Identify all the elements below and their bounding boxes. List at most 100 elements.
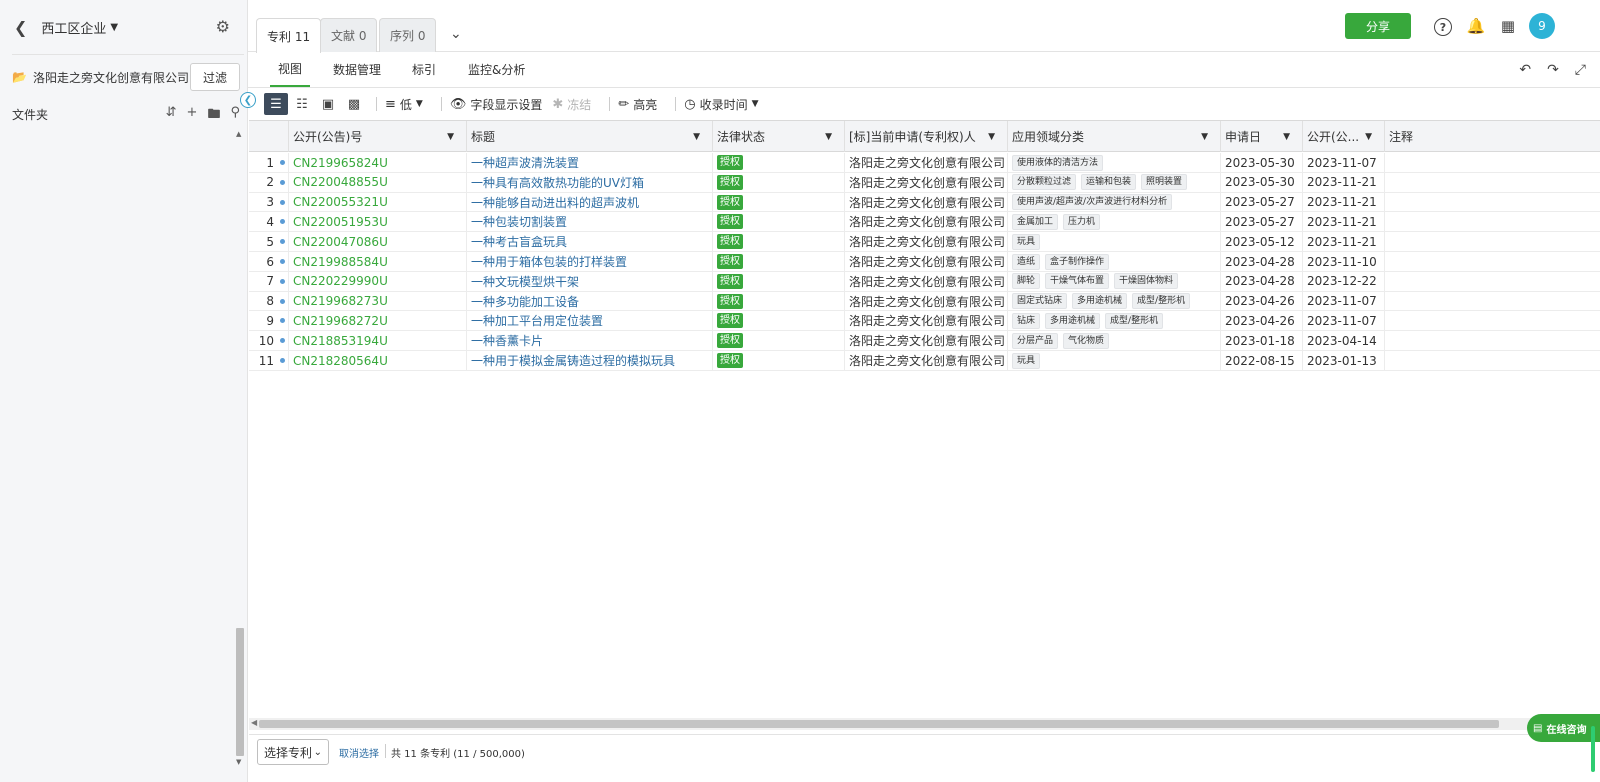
- caret-down-icon[interactable]: ▼: [110, 22, 118, 33]
- select-patents-dropdown[interactable]: 选择专利 ⌄: [257, 739, 329, 765]
- sort-icon[interactable]: ⇵: [166, 105, 177, 127]
- table-row[interactable]: 9 CN219968272U 一种加工平台用定位装置 授权 洛阳走之旁文化创意有限公司钻…: [249, 311, 1600, 332]
- redo-icon[interactable]: ↷: [1547, 62, 1559, 78]
- back-arrow-icon[interactable]: ❮: [14, 18, 27, 37]
- notes-cell[interactable]: [1385, 212, 1600, 231]
- pub-number-link[interactable]: CN219968272U: [289, 311, 467, 331]
- header-title[interactable]: 标题 ▼: [467, 121, 713, 152]
- notes-cell[interactable]: [1385, 173, 1600, 192]
- filter-button[interactable]: 过滤: [190, 63, 240, 91]
- cancel-selection-link[interactable]: 取消选择: [339, 745, 379, 760]
- scroll-down-icon[interactable]: ▼: [236, 758, 241, 766]
- tab-patents[interactable]: 专利 11: [256, 18, 322, 53]
- search-icon[interactable]: ⚲: [230, 105, 240, 127]
- new-folder-icon[interactable]: 🖿: [207, 105, 220, 127]
- bell-icon[interactable]: 🔔: [1466, 16, 1486, 36]
- notes-cell[interactable]: [1385, 153, 1600, 172]
- caret-down-icon[interactable]: ▼: [447, 132, 454, 142]
- patent-title-link[interactable]: 一种能够自动进出料的超声波机: [467, 192, 713, 212]
- table-row[interactable]: 5 CN220047086U 一种考古盲盒玩具 授权 洛阳走之旁文化创意有限公司 玩具 20…: [249, 232, 1600, 252]
- notes-cell[interactable]: [1385, 252, 1600, 271]
- caret-down-icon[interactable]: ▼: [693, 132, 700, 142]
- pub-number-link[interactable]: CN218853194U: [289, 331, 467, 351]
- pub-number-link[interactable]: CN219968273U: [289, 291, 467, 311]
- gear-icon[interactable]: ⚙: [216, 17, 230, 36]
- density-dropdown[interactable]: ≡ 低 ▼: [385, 96, 423, 113]
- row-index[interactable]: 8: [249, 291, 289, 311]
- subtab-data-management[interactable]: 数据管理: [333, 52, 381, 87]
- apps-grid-icon[interactable]: ▦: [1498, 16, 1518, 36]
- patent-title-link[interactable]: 一种超声波清洗装置: [467, 153, 713, 172]
- row-index[interactable]: 11: [249, 351, 289, 370]
- pub-number-link[interactable]: CN220047086U: [289, 232, 467, 252]
- collect-time-dropdown[interactable]: ◷ 收录时间 ▼: [684, 96, 758, 113]
- subtab-view[interactable]: 视图: [270, 52, 311, 87]
- workspace-selector[interactable]: 西工区企业: [41, 18, 106, 37]
- notes-cell[interactable]: [1385, 351, 1600, 370]
- table-row[interactable]: 8 CN219968273U 一种多功能加工设备 授权 洛阳走之旁文化创意有限公司 固定式…: [249, 291, 1600, 312]
- highlight-button[interactable]: ✏ 高亮: [618, 96, 657, 113]
- avatar[interactable]: 9: [1529, 13, 1555, 39]
- share-button[interactable]: 分享: [1345, 13, 1411, 39]
- pub-number-link[interactable]: CN218280564U: [289, 351, 467, 370]
- pub-number-link[interactable]: CN220048855U: [289, 172, 467, 192]
- subtab-monitor-analysis[interactable]: 监控&分析: [468, 52, 525, 87]
- field-display-settings-button[interactable]: 👁 字段显示设置: [450, 96, 543, 113]
- table-row[interactable]: 1 CN219965824U 一种超声波清洗装置 授权 洛阳走之旁文化创意有限公司 使用液…: [249, 153, 1600, 173]
- pub-number-link[interactable]: CN220229990U: [289, 271, 467, 291]
- undo-icon[interactable]: ↶: [1519, 62, 1531, 78]
- notes-cell[interactable]: [1385, 193, 1600, 212]
- notes-cell[interactable]: [1385, 292, 1600, 311]
- card-view-icon[interactable]: ▩: [342, 93, 366, 115]
- list-view-icon[interactable]: ☰: [264, 93, 288, 115]
- table-row[interactable]: 2 CN220048855U 一种具有高效散热功能的UV灯箱 授权 洛阳走之旁文化创意有…: [249, 172, 1600, 193]
- patent-title-link[interactable]: 一种文玩模型烘干架: [467, 271, 713, 291]
- notes-cell[interactable]: [1385, 232, 1600, 251]
- header-application-date[interactable]: 申请日 ▼: [1221, 121, 1303, 152]
- notes-cell[interactable]: [1385, 311, 1600, 330]
- scrollbar-thumb[interactable]: [259, 720, 1499, 728]
- table-row[interactable]: 3 CN220055321U 一种能够自动进出料的超声波机 授权 洛阳走之旁文化创意有限…: [249, 192, 1600, 213]
- scrollbar-thumb[interactable]: [236, 628, 244, 756]
- patent-title-link[interactable]: 一种香薰卡片: [467, 331, 713, 351]
- table-row[interactable]: 6 CN219988584U 一种用于箱体包装的打样装置 授权 洛阳走之旁文化创意有限公…: [249, 252, 1600, 272]
- row-index[interactable]: 5: [249, 232, 289, 252]
- scroll-up-icon[interactable]: ▲: [236, 130, 241, 138]
- chevron-down-icon[interactable]: ⌄: [450, 26, 462, 42]
- company-name[interactable]: 洛阳走之旁文化创意有限公司: [33, 69, 189, 86]
- caret-down-icon[interactable]: ▼: [1283, 132, 1290, 142]
- sidebar-scrollbar[interactable]: ▲ ▼: [235, 130, 245, 766]
- image-view-icon[interactable]: ▣: [316, 93, 340, 115]
- patent-title-link[interactable]: 一种包装切割装置: [467, 212, 713, 232]
- table-row[interactable]: 10 CN218853194U 一种香薰卡片 授权 洛阳走之旁文化创意有限公司 分层产品气…: [249, 331, 1600, 351]
- row-index[interactable]: 4: [249, 212, 289, 232]
- row-index[interactable]: 7: [249, 271, 289, 291]
- header-notes[interactable]: 注释: [1385, 121, 1600, 152]
- fullscreen-icon[interactable]: ⤢: [1575, 62, 1586, 78]
- sidebar-company[interactable]: 📂 洛阳走之旁文化创意有限公司 过滤: [12, 63, 244, 91]
- notes-cell[interactable]: [1385, 272, 1600, 291]
- table-row[interactable]: 7 CN220229990U 一种文玩模型烘干架 授权 洛阳走之旁文化创意有限公司 脚轮干…: [249, 271, 1600, 292]
- table-row[interactable]: 11 CN218280564U 一种用于模拟金属铸造过程的模拟玩具 授权 洛阳走之旁文化…: [249, 351, 1600, 371]
- header-application-field[interactable]: 应用领域分类 ▼: [1008, 121, 1221, 152]
- row-index[interactable]: 6: [249, 252, 289, 271]
- patent-title-link[interactable]: 一种考古盲盒玩具: [467, 232, 713, 252]
- patent-title-link[interactable]: 一种用于模拟金属铸造过程的模拟玩具: [467, 351, 713, 370]
- collapse-sidebar-icon[interactable]: ❮: [240, 92, 256, 108]
- patent-title-link[interactable]: 一种多功能加工设备: [467, 291, 713, 311]
- pub-number-link[interactable]: CN220055321U: [289, 192, 467, 212]
- patent-title-link[interactable]: 一种具有高效散热功能的UV灯箱: [467, 172, 713, 192]
- scroll-left-icon[interactable]: ◀: [251, 718, 257, 727]
- header-legal-status[interactable]: 法律状态 ▼: [713, 121, 845, 152]
- tab-sequence[interactable]: 序列 0: [379, 18, 437, 52]
- pub-number-link[interactable]: CN220051953U: [289, 212, 467, 232]
- header-pub-number[interactable]: 公开(公告)号 ▼: [289, 121, 467, 152]
- table-row[interactable]: 4 CN220051953U 一种包装切割装置 授权 洛阳走之旁文化创意有限公司 金属加工…: [249, 212, 1600, 233]
- horizontal-scrollbar[interactable]: ◀: [249, 718, 1600, 730]
- patent-title-link[interactable]: 一种加工平台用定位装置: [467, 311, 713, 331]
- row-index[interactable]: 2: [249, 172, 289, 192]
- caret-down-icon[interactable]: ▼: [1365, 132, 1372, 142]
- caret-down-icon[interactable]: ▼: [988, 132, 995, 142]
- caret-down-icon[interactable]: ▼: [1201, 132, 1208, 142]
- patent-title-link[interactable]: 一种用于箱体包装的打样装置: [467, 252, 713, 271]
